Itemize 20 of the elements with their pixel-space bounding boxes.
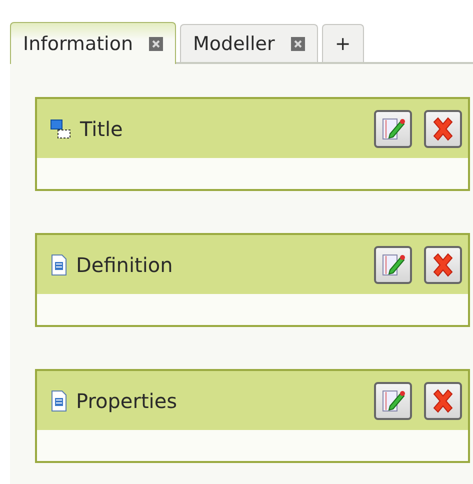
tab[interactable]: + bbox=[322, 24, 364, 62]
edit-button[interactable] bbox=[374, 382, 412, 420]
edit-icon bbox=[380, 388, 406, 414]
delete-button[interactable] bbox=[424, 110, 462, 148]
edit-button[interactable] bbox=[374, 110, 412, 148]
close-icon[interactable] bbox=[290, 36, 305, 50]
edit-icon bbox=[380, 252, 406, 278]
delete-button[interactable] bbox=[424, 246, 462, 284]
panel-title: Properties bbox=[76, 388, 178, 412]
delete-button[interactable] bbox=[424, 382, 462, 420]
edit-button[interactable] bbox=[374, 246, 412, 284]
document-icon bbox=[50, 254, 68, 276]
tab[interactable]: Information bbox=[10, 22, 176, 64]
close-icon[interactable] bbox=[148, 36, 163, 50]
panel-title: Definition bbox=[76, 252, 174, 276]
panel-title: Title bbox=[80, 116, 124, 140]
layout-icon bbox=[50, 118, 72, 140]
tab[interactable]: Modeller bbox=[180, 24, 318, 62]
edit-icon bbox=[380, 116, 406, 142]
document-icon bbox=[50, 390, 68, 412]
